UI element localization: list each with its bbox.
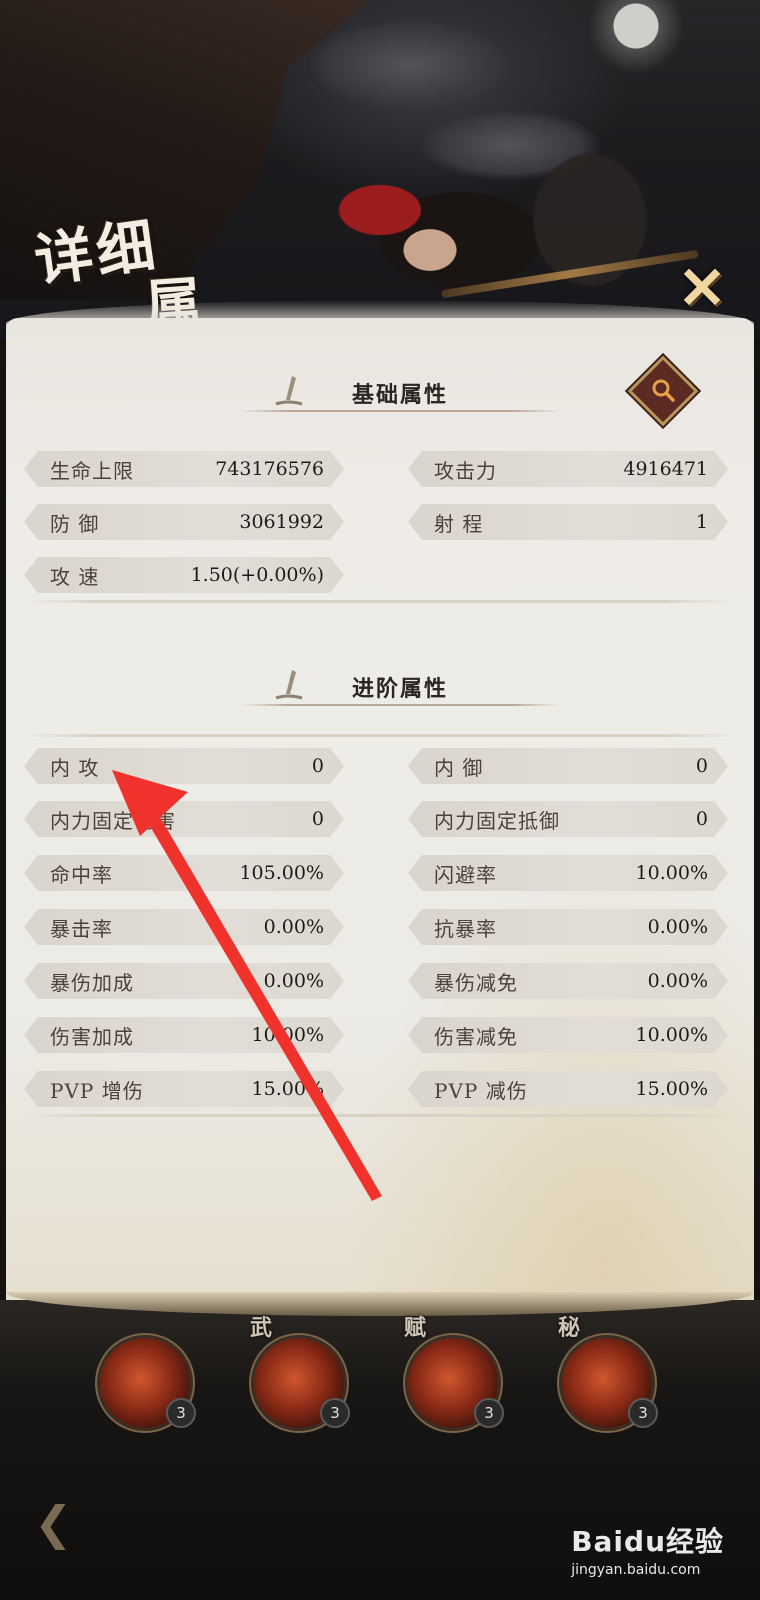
- stat-value: 0: [311, 755, 324, 777]
- stat-label: 闪避率: [434, 862, 497, 887]
- skill-tag: 武: [250, 1315, 273, 1341]
- stat-label: 暴伤加成: [50, 970, 134, 995]
- stat-label: PVP 减伤: [434, 1078, 528, 1103]
- stat-value: 15.00%: [635, 1078, 708, 1100]
- stat-value: 743176576: [215, 458, 324, 480]
- stat-label: 内力固定抵御: [434, 808, 560, 833]
- stat-range: 射 程 1: [408, 504, 728, 540]
- stat-value: 10.00%: [635, 862, 708, 884]
- stat-label: 攻 速: [50, 564, 100, 589]
- stat-value: 3061992: [239, 511, 324, 533]
- stat-max-hp: 生命上限 743176576: [24, 451, 344, 487]
- stat-value: 0.00%: [263, 916, 324, 938]
- stat-crit-resist: 抗暴率 0.00%: [408, 909, 728, 945]
- stat-value: 10.00%: [251, 1024, 324, 1046]
- stat-label: 伤害减免: [434, 1024, 518, 1049]
- skill-slot-fu[interactable]: 赋 3: [404, 1315, 504, 1428]
- stat-inner-fixed-resist: 内力固定抵御 0: [408, 801, 728, 837]
- stat-value: 0: [695, 808, 708, 830]
- stat-label: 内 攻: [50, 755, 100, 780]
- stat-damage-bonus: 伤害加成 10.00%: [24, 1017, 344, 1053]
- stat-label: 暴击率: [50, 916, 113, 941]
- skill-slot-wu[interactable]: 武 3: [250, 1315, 350, 1428]
- skill-tag: 赋: [404, 1315, 427, 1341]
- stat-defense: 防 御 3061992: [24, 504, 344, 540]
- stat-inner-fixed-damage: 内力固定伤害 0: [24, 801, 344, 837]
- stat-pvp-damage-bonus: PVP 增伤 15.00%: [24, 1071, 344, 1107]
- stat-value: 15.00%: [251, 1078, 324, 1100]
- stat-value: 105.00%: [239, 862, 324, 884]
- search-button[interactable]: [627, 355, 699, 427]
- cloud-art: [310, 20, 510, 110]
- stat-attack-speed: 攻 速 1.50(+0.00%): [24, 557, 344, 593]
- stat-label: 射 程: [434, 511, 484, 536]
- skill-level-badge: 3: [166, 1398, 196, 1428]
- stat-value: 0.00%: [263, 970, 324, 992]
- section-header-advanced: 进阶属性: [240, 662, 560, 712]
- stat-label: 内力固定伤害: [50, 808, 176, 833]
- section-divider: [26, 600, 734, 603]
- header-banner: 详细 属性 ✕: [0, 0, 760, 421]
- stat-label: 命中率: [50, 862, 113, 887]
- stat-pvp-damage-reduction: PVP 减伤 15.00%: [408, 1071, 728, 1107]
- stat-value: 0.00%: [647, 970, 708, 992]
- stat-label: PVP 增伤: [50, 1078, 144, 1103]
- stat-label: 攻击力: [434, 458, 497, 483]
- stat-crit-damage-bonus: 暴伤加成 0.00%: [24, 963, 344, 999]
- stat-label: 抗暴率: [434, 916, 497, 941]
- stat-crit-damage-reduction: 暴伤减免 0.00%: [408, 963, 728, 999]
- section-header-basic: 基础属性: [240, 368, 560, 418]
- section-divider: [26, 734, 734, 737]
- search-icon: [652, 379, 675, 402]
- stat-label: 内 御: [434, 755, 484, 780]
- stat-value: 10.00%: [635, 1024, 708, 1046]
- skill-level-badge: 3: [474, 1398, 504, 1428]
- stat-value: 0: [311, 808, 324, 830]
- skill-tag: 秘: [558, 1315, 581, 1341]
- stat-value: 4916471: [623, 458, 708, 480]
- brush-icon: [275, 670, 303, 700]
- skill-slot-mi[interactable]: 秘 3: [558, 1315, 658, 1428]
- baidu-watermark: Baidu经验 jingyan.baidu.com: [571, 1520, 724, 1578]
- section-underline: [240, 704, 560, 706]
- watermark-main: Baidu经验: [571, 1525, 724, 1558]
- stat-dodge-rate: 闪避率 10.00%: [408, 855, 728, 891]
- brush-icon: [275, 376, 303, 406]
- stat-value: 0: [695, 755, 708, 777]
- stat-attack: 攻击力 4916471: [408, 451, 728, 487]
- stat-inner-attack: 内 攻 0: [24, 748, 344, 784]
- stat-label: 暴伤减免: [434, 970, 518, 995]
- section-title-basic: 基础属性: [351, 382, 448, 408]
- stat-crit-rate: 暴击率 0.00%: [24, 909, 344, 945]
- stat-value: 1: [695, 511, 708, 533]
- stat-hit-rate: 命中率 105.00%: [24, 855, 344, 891]
- stat-label: 防 御: [50, 511, 100, 536]
- section-underline: [240, 410, 560, 412]
- stat-label: 生命上限: [50, 458, 134, 483]
- stat-value: 1.50(+0.00%): [190, 564, 324, 586]
- hero-portrait-art: [290, 140, 560, 320]
- stat-inner-defense: 内 御 0: [408, 748, 728, 784]
- skill-level-badge: 3: [628, 1398, 658, 1428]
- stat-damage-reduction: 伤害减免 10.00%: [408, 1017, 728, 1053]
- section-title-advanced: 进阶属性: [351, 676, 448, 702]
- watermark-sub: jingyan.baidu.com: [571, 1562, 701, 1578]
- section-divider: [26, 1114, 734, 1117]
- skill-level-badge: 3: [320, 1398, 350, 1428]
- stat-label: 伤害加成: [50, 1024, 134, 1049]
- stat-value: 0.00%: [647, 916, 708, 938]
- back-arrow-icon[interactable]: ❮: [34, 1496, 94, 1550]
- skill-slot-1[interactable]: 3: [100, 1338, 196, 1428]
